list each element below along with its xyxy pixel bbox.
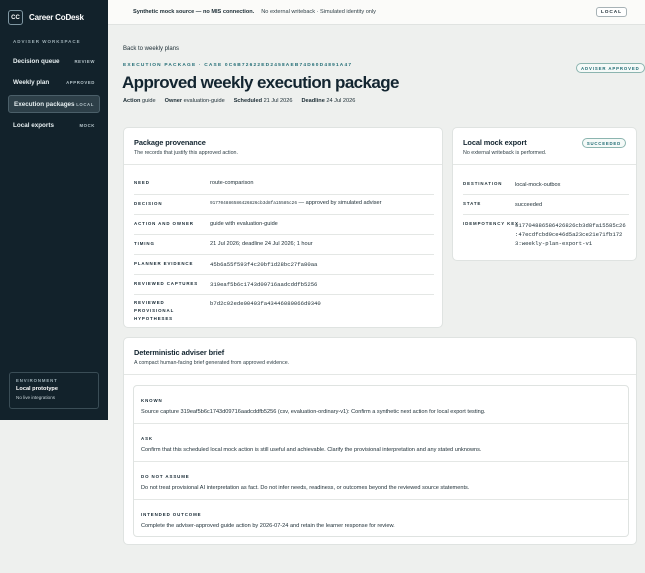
row-value: Complete the adviser-approved guide acti… [141,523,395,529]
row-value: 917704886586426826cb3d8fa15585c26 — appr… [210,200,382,206]
row-key: NEED [134,180,150,185]
sidebar-item-label: Execution packages [14,100,75,108]
meta-value: evaluation-guide [183,98,225,104]
brief-row-outcome: INTENDED OUTCOME Complete the adviser-ap… [134,500,628,537]
brief-list: KNOWN Source capture 319eaf5b6c1743d0971… [133,385,629,537]
export-card: Local mock export No external writeback … [452,127,637,261]
row-key: ACTION AND OWNER [134,221,194,226]
sidebar-item-label: Weekly plan [13,79,50,86]
case-eyebrow: EXECUTION PACKAGE · CASE 0C6B72622ED2458… [123,63,353,68]
brief-row-known: KNOWN Source capture 319eaf5b6c1743d0971… [134,386,628,424]
row-value: local-mock-outbox [515,182,561,188]
row-key: PLANNER EVIDENCE [134,261,194,266]
brief-subtitle: A compact human-facing brief generated f… [134,360,290,366]
row-value: 319eaf5b6c1743d09716aadcddfb5256 [210,281,318,288]
provenance-title: Package provenance [134,138,206,147]
row-key: KNOWN [141,398,163,403]
export-status-badge: SUCCEEDED [581,138,626,148]
brief-card: Deterministic adviser brief A compact hu… [123,337,637,545]
environment-box: ENVIRONMENT Local prototype No live inte… [9,372,99,409]
meta-deadline: Deadline 24 Jul 2026 [302,98,356,104]
back-link[interactable]: Back to weekly plans [123,46,179,52]
sidebar-item-label: Local exports [13,122,54,129]
row-key: STATE [463,201,482,206]
environment-badge: LOCAL [595,7,627,17]
sidebar-section-label: ADVISER WORKSPACE [13,39,81,44]
sidebar-item-weekly-plan[interactable]: Weekly plan APPROVED [8,74,100,92]
row-value: 45b6a55f593f4c20bf1d28bc27fa80aa [210,261,318,268]
row-value: route-comparison [210,180,254,186]
provenance-row-captures: REVIEWED CAPTURES 319eaf5b6c1743d09716aa… [134,275,434,295]
meta-key: Owner [164,98,183,104]
brand[interactable]: CC Career CoDesk [8,10,100,25]
provenance-row-decision: DECISION 917704886586426826cb3d8fa15585c… [134,195,434,215]
meta-key: Action [123,98,141,104]
environment-title: Local prototype [16,386,58,392]
row-key: TIMING [134,241,155,246]
row-key: REVIEWED PROVISIONAL HYPOTHESES [134,300,175,321]
environment-label: ENVIRONMENT [16,378,58,383]
row-value: Source capture 319eaf5b6c1743d09716aadcd… [141,409,486,415]
brand-name: Career CoDesk [29,13,84,22]
brand-logo: CC [8,10,23,25]
meta-key: Deadline [301,98,325,104]
sidebar-item-label: Decision queue [13,57,60,65]
meta-value: 21 Jul 2026 [263,98,293,104]
decision-status: — approved by simulated adviser [296,200,382,206]
source-notice: Synthetic mock source — no MIS connectio… [133,9,255,15]
export-row-state: STATE succeeded [463,195,629,215]
sidebar-item-tag: LOCAL [76,101,94,107]
meta-key: Scheduled [233,98,262,104]
writeback-notice: No external writeback · Simulated identi… [261,9,376,15]
export-row-destination: DESTINATION local-mock-outbox [463,175,629,195]
brief-row-ask: ASK Confirm that this scheduled local mo… [134,424,628,462]
page-title: Approved weekly execution package [122,73,399,92]
row-key: DESTINATION [463,181,503,186]
provenance-row-need: NEED route-comparison [134,173,434,195]
meta-action: Action guide [123,98,156,104]
row-value: 21 Jul 2026; deadline 24 Jul 2026; 1 hou… [210,241,313,247]
row-key: DO NOT ASSUME [141,474,190,479]
row-key: ASK [141,436,153,441]
row-value: Confirm that this scheduled local mock a… [141,447,482,453]
brief-header: Deterministic adviser brief A compact hu… [124,338,636,375]
row-key: IDEMPOTENCY KEY [463,221,519,226]
provenance-subtitle: The records that justify this approved a… [134,150,238,156]
row-key: INTENDED OUTCOME [141,512,202,517]
package-meta: Action guide Owner evaluation-guide Sche… [123,98,355,104]
sidebar-item-local-exports[interactable]: Local exports MOCK [8,117,100,135]
brief-row-do-not-assume: DO NOT ASSUME Do not treat provisional A… [134,462,628,500]
sidebar: CC Career CoDesk ADVISER WORKSPACE Decis… [0,0,108,420]
row-value: guide with evaluation-guide [210,221,278,227]
provenance-row-hypotheses: REVIEWED PROVISIONAL HYPOTHESES b7d2c02e… [134,295,434,321]
brief-title: Deterministic adviser brief [134,348,225,357]
export-row-idempotency: IDEMPOTENCY KEY 917704886586426826cb3d8f… [463,215,629,255]
meta-owner: Owner evaluation-guide [165,98,225,104]
provenance-row-action: ACTION AND OWNER guide with evaluation-g… [134,215,434,235]
sidebar-item-tag: REVIEW [74,58,95,64]
export-subtitle: No external writeback is performed. [463,150,547,156]
meta-value: guide [141,98,156,104]
sidebar-item-tag: APPROVED [66,80,95,85]
row-value: b7d2c02ede00403fa43446080066d9340 [210,300,321,307]
top-bar: Synthetic mock source — no MIS connectio… [108,0,645,25]
sidebar-item-tag: MOCK [79,123,95,128]
status-badge: ADVISER APPROVED [576,63,645,73]
row-value: succeeded [515,202,543,208]
meta-scheduled: Scheduled 21 Jul 2026 [234,98,293,104]
sidebar-item-execution-packages[interactable]: Execution packages LOCAL [8,95,100,113]
row-key: REVIEWED CAPTURES [134,281,199,286]
meta-value: 24 Jul 2026 [326,98,356,104]
row-value: Do not treat provisional AI interpretati… [141,485,470,491]
environment-subtitle: No live integrations [16,395,56,400]
decision-id: 917704886586426826cb3d8fa15585c26 [210,201,297,206]
provenance-card: Package provenance The records that just… [123,127,443,328]
row-key: DECISION [134,201,163,206]
provenance-row-timing: TIMING 21 Jul 2026; deadline 24 Jul 2026… [134,235,434,255]
provenance-row-planner: PLANNER EVIDENCE 45b6a55f593f4c20bf1d28b… [134,255,434,275]
provenance-header: Package provenance The records that just… [124,128,442,165]
row-value: 917704886586426826cb3d8fa15585c26 :47ecd… [515,222,626,247]
sidebar-item-decision-queue[interactable]: Decision queue REVIEW [8,52,100,70]
